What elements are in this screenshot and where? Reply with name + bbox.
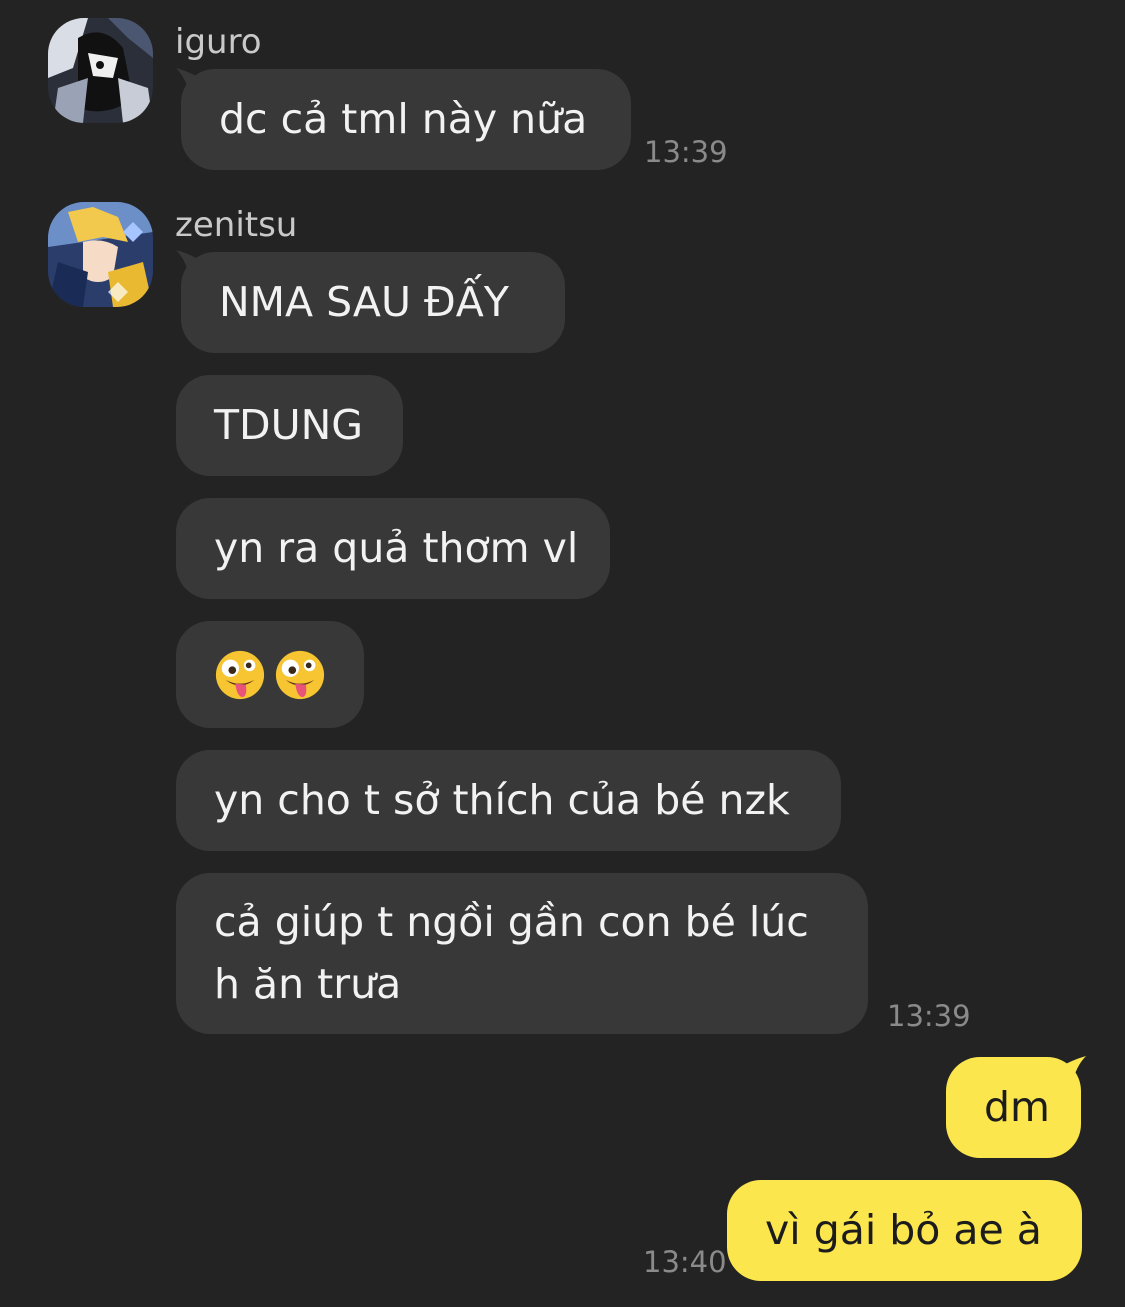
message-bubble[interactable]: TDUNG — [176, 375, 403, 476]
sender-name: zenitsu — [175, 205, 298, 245]
emoji-bubble[interactable] — [176, 621, 364, 728]
message-bubble[interactable]: dc cả tml này nữa — [181, 69, 631, 170]
message-bubble[interactable]: NMA SAU ĐẤY — [181, 252, 565, 353]
message-time: 13:39 — [887, 999, 971, 1033]
message-time: 13:39 — [644, 135, 728, 169]
zany-face-icon — [215, 650, 265, 699]
zany-face-icon — [275, 650, 325, 699]
avatar-iguro-image — [48, 18, 153, 123]
avatar-zenitsu-image — [48, 202, 153, 307]
message-time: 13:40 — [643, 1245, 727, 1279]
chat-window: iguro dc cả tml này nữa 13:39 zenitsu NM… — [0, 0, 1125, 1307]
message-bubble-outgoing[interactable]: dm — [946, 1057, 1081, 1158]
message-bubble[interactable]: cả giúp t ngồi gần con bé lúc h ăn trưa — [176, 873, 868, 1034]
message-bubble-outgoing[interactable]: vì gái bỏ ae à — [727, 1180, 1082, 1281]
sender-name: iguro — [175, 22, 262, 62]
message-bubble[interactable]: yn cho t sở thích của bé nzk — [176, 750, 841, 851]
avatar-iguro[interactable] — [48, 18, 153, 123]
avatar-zenitsu[interactable] — [48, 202, 153, 307]
message-bubble[interactable]: yn ra quả thơm vl — [176, 498, 610, 599]
